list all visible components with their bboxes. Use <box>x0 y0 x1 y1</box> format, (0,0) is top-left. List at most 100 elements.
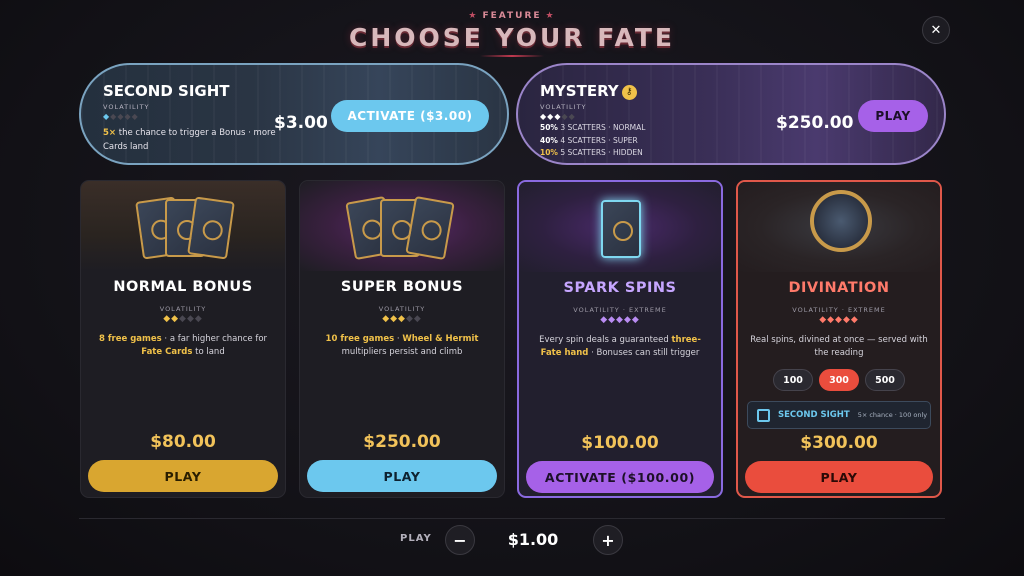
volatility-diamond-icon: ◆ <box>398 314 406 324</box>
volatility-label: VOLATILITY <box>378 305 426 313</box>
volatility-diamonds: ◆◆◆◆◆ <box>300 314 504 324</box>
page-title: CHOOSE YOUR FATE <box>348 23 676 52</box>
divination-play-button[interactable]: PLAY <box>745 461 933 493</box>
mystery-odds: 50% 3 SCATTERS · NORMAL 40% 4 SCATTERS ·… <box>540 122 645 160</box>
volatility-diamond-icon: ◆ <box>819 315 828 325</box>
card-price: $250.00 <box>363 432 441 452</box>
close-button[interactable]: ✕ <box>922 16 950 44</box>
qty-option-500[interactable]: 500 <box>865 369 905 391</box>
second-sight-toggle-note: 5× chance · 100 only <box>857 411 928 419</box>
bet-value: $1.00 <box>507 530 559 549</box>
volatility-diamond-icon: ◆ <box>623 315 632 325</box>
volatility-diamond-icon: ◆ <box>413 314 422 324</box>
odds-row: 10% 5 SCATTERS · HIDDEN <box>540 148 643 157</box>
feature-eyebrow: ★ FEATURE ★ <box>0 11 1024 21</box>
divination-art <box>738 182 940 272</box>
volatility-diamond-icon: ◆ <box>568 112 576 121</box>
spark-spins-activate-button[interactable]: ACTIVATE ($100.00) <box>526 461 714 493</box>
volatility-diamond-icon: ◆ <box>131 112 139 121</box>
volatility-diamonds: ◆◆◆◆◆ <box>81 314 285 324</box>
volatility-diamond-icon: ◆ <box>600 315 609 325</box>
super-bonus-card: SUPER BONUS VOLATILITY ◆◆◆◆◆ 10 free gam… <box>299 180 505 498</box>
volatility-diamond-icon: ◆ <box>616 315 624 325</box>
volatility-diamonds: ◆◆◆◆◆ <box>519 315 721 325</box>
fate-card-image <box>405 195 455 261</box>
second-sight-toggle[interactable]: SECOND SIGHT 5× chance · 100 only <box>747 401 931 429</box>
card-price: $80.00 <box>150 432 216 452</box>
qty-option-300[interactable]: 300 <box>819 369 859 391</box>
volatility-label: VOLATILITY <box>159 305 207 313</box>
normal-bonus-play-button[interactable]: PLAY <box>88 460 278 492</box>
spark-spins-art <box>519 182 721 272</box>
volatility-diamond-icon: ◆ <box>631 315 640 325</box>
volatility-diamond-icon: ◆ <box>390 314 399 324</box>
volatility-label: VOLATILITY <box>103 103 150 111</box>
bet-label: PLAY <box>400 533 432 544</box>
volatility-diamond-icon: ◆ <box>186 314 195 324</box>
divination-card: DIVINATION VOLATILITY · EXTREME ◆◆◆◆◆ Re… <box>736 180 942 498</box>
odds-row: 50% 3 SCATTERS · NORMAL <box>540 123 646 132</box>
odds-row: 40% 4 SCATTERS · SUPER <box>540 135 638 145</box>
mystery-title: MYSTERY ⚷ <box>540 82 637 100</box>
divination-wheel-image <box>810 190 872 252</box>
second-sight-description: 5× the chance to trigger a Bonus · more … <box>103 128 276 152</box>
mystery-play-button[interactable]: PLAY <box>858 100 928 132</box>
volatility-diamond-icon: ◆ <box>827 315 836 325</box>
second-sight-panel: SECOND SIGHT VOLATILITY ◆◆◆◆◆ 5× the cha… <box>79 63 509 165</box>
mystery-panel: MYSTERY ⚷ VOLATILITY ◆◆◆◆◆ 50% 3 SCATTERS… <box>516 63 946 165</box>
volatility-diamond-icon: ◆ <box>194 314 203 324</box>
second-sight-price: $3.00 <box>274 113 328 133</box>
volatility-diamond-icon: ◆ <box>405 314 414 324</box>
volatility-label: VOLATILITY · EXTREME <box>573 306 667 314</box>
fate-card-image <box>601 200 641 258</box>
card-price: $100.00 <box>581 433 659 453</box>
volatility-diamonds: ◆◆◆◆◆ <box>738 315 940 325</box>
card-title: SPARK SPINS <box>563 280 677 296</box>
card-title: NORMAL BONUS <box>113 279 253 295</box>
volatility-diamond-icon: ◆ <box>842 315 851 325</box>
volatility-label: VOLATILITY · EXTREME <box>792 306 886 314</box>
super-bonus-play-button[interactable]: PLAY <box>307 460 497 492</box>
second-sight-title: SECOND SIGHT <box>103 82 230 100</box>
card-description: Real spins, divined at once — served wit… <box>750 335 928 358</box>
lock-icon: ⚷ <box>621 85 637 100</box>
star-icon: ★ <box>545 11 556 21</box>
second-sight-checkbox[interactable] <box>757 408 770 422</box>
volatility-diamond-icon: ◆ <box>835 315 843 325</box>
eyebrow-text: FEATURE <box>482 11 542 21</box>
card-description: 10 free games · Wheel & Hermit multiplie… <box>325 334 479 357</box>
divider <box>79 518 945 519</box>
volatility-diamonds: ◆◆◆◆◆ <box>103 112 139 121</box>
spin-count-selector: 100 300 500 <box>738 369 940 391</box>
volatility-diamond-icon: ◆ <box>124 112 132 121</box>
volatility-diamond-icon: ◆ <box>163 314 172 324</box>
card-price: $300.00 <box>800 433 878 453</box>
volatility-diamond-icon: ◆ <box>850 315 859 325</box>
plus-icon: + <box>601 530 615 550</box>
volatility-diamond-icon: ◆ <box>179 314 187 324</box>
increase-bet-button[interactable]: + <box>593 525 623 555</box>
volatility-label: VOLATILITY <box>540 103 587 111</box>
super-bonus-art <box>300 181 504 271</box>
qty-option-100[interactable]: 100 <box>773 369 813 391</box>
minus-icon: − <box>453 530 467 550</box>
normal-bonus-card: NORMAL BONUS VOLATILITY ◆◆◆◆◆ 8 free gam… <box>80 180 286 498</box>
volatility-diamond-icon: ◆ <box>382 314 391 324</box>
close-icon: ✕ <box>930 22 942 38</box>
decrease-bet-button[interactable]: − <box>445 525 475 555</box>
second-sight-toggle-label: SECOND SIGHT <box>778 410 850 420</box>
volatility-diamond-icon: ◆ <box>561 112 569 121</box>
volatility-diamond-icon: ◆ <box>608 315 617 325</box>
mystery-price: $250.00 <box>776 113 854 133</box>
title-underline <box>480 55 544 57</box>
fate-card-image <box>187 196 235 260</box>
volatility-diamond-icon: ◆ <box>171 314 180 324</box>
card-title: DIVINATION <box>788 280 890 296</box>
normal-bonus-art <box>81 181 285 271</box>
card-title: SUPER BONUS <box>340 279 464 295</box>
activate-second-sight-button[interactable]: ACTIVATE ($3.00) <box>331 100 489 132</box>
spark-spins-card: SPARK SPINS VOLATILITY · EXTREME ◆◆◆◆◆ E… <box>517 180 723 498</box>
card-description: 8 free games · a far higher chance for F… <box>98 334 268 357</box>
volatility-diamonds: ◆◆◆◆◆ <box>540 112 576 121</box>
card-description: Every spin deals a guaranteed three-Fate… <box>539 335 701 358</box>
